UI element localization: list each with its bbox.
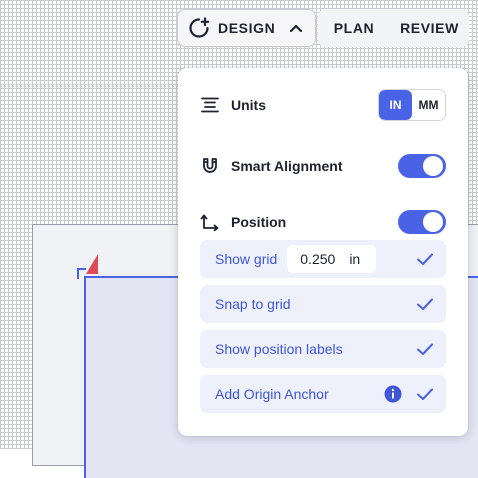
origin-anchor-flag[interactable]: [86, 254, 98, 274]
add-origin-anchor-label: Add Origin Anchor: [215, 386, 329, 402]
units-option-mm[interactable]: MM: [412, 90, 445, 120]
grid-size-value: 0.250: [300, 251, 336, 267]
check-icon: [416, 297, 434, 311]
show-position-labels-option[interactable]: Show position labels: [200, 330, 446, 368]
plan-mode-button[interactable]: PLAN: [318, 9, 390, 47]
grid-size-unit: in: [349, 251, 361, 267]
align-center-lines-icon: [200, 95, 220, 115]
position-label: Position: [231, 214, 287, 230]
mode-switcher: DESIGN PLAN REVIEW: [177, 8, 469, 48]
smart-alignment-row: Smart Alignment: [200, 151, 446, 181]
check-icon: [416, 252, 434, 266]
show-position-labels-label: Show position labels: [215, 341, 343, 357]
units-row: Units IN MM: [200, 89, 446, 121]
design-mode-button[interactable]: DESIGN: [177, 9, 316, 47]
units-selector: IN MM: [378, 89, 446, 121]
smart-alignment-label: Smart Alignment: [231, 158, 343, 174]
origin-corner-marker: [77, 268, 86, 279]
position-toggle[interactable]: [398, 210, 446, 234]
snap-to-grid-option[interactable]: Snap to grid: [200, 285, 446, 323]
review-mode-button[interactable]: REVIEW: [390, 9, 469, 47]
check-icon: [416, 342, 434, 356]
info-icon[interactable]: [384, 385, 402, 403]
show-grid-label: Show grid: [215, 251, 278, 267]
plan-mode-label: PLAN: [333, 20, 375, 36]
grid-size-input[interactable]: 0.250 in: [287, 245, 377, 273]
check-icon: [416, 387, 434, 401]
smart-alignment-toggle[interactable]: [398, 154, 446, 178]
chevron-up-icon: [289, 23, 303, 33]
review-mode-label: REVIEW: [400, 20, 459, 36]
units-option-in[interactable]: IN: [379, 90, 412, 120]
add-origin-anchor-option[interactable]: Add Origin Anchor: [200, 375, 446, 413]
show-grid-option[interactable]: Show grid 0.250 in: [200, 240, 446, 278]
position-row: Position: [200, 207, 446, 237]
position-arrows-icon: [200, 212, 220, 232]
design-mode-label: DESIGN: [218, 20, 276, 36]
magnet-icon: [200, 156, 220, 176]
design-settings-panel: Units IN MM Smart Alignment Position Sho…: [178, 68, 468, 436]
units-label: Units: [231, 97, 266, 113]
snap-to-grid-label: Snap to grid: [215, 296, 291, 312]
add-design-icon: [188, 17, 210, 39]
